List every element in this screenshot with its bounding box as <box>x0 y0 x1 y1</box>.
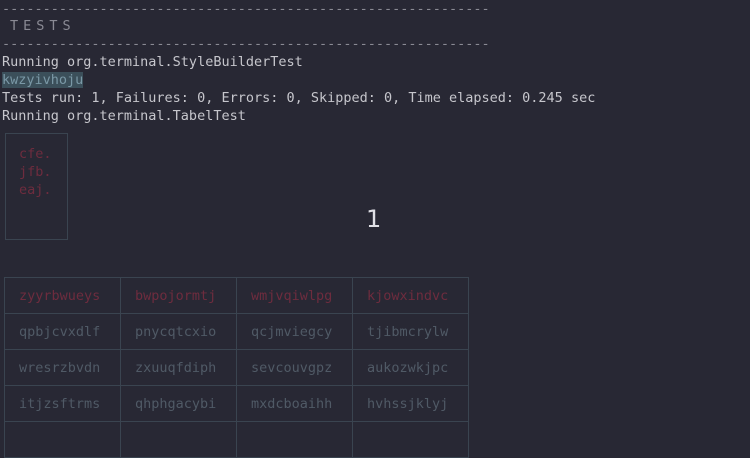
bottom-rule: ----------------------------------------… <box>2 36 490 52</box>
table-cell: pnycqtcxio <box>120 313 237 350</box>
highlighted-word: kwzyivhoju <box>2 72 84 88</box>
table-cell: sevcouvgpz <box>236 349 353 386</box>
tests-heading: TESTS <box>10 18 76 34</box>
table-cell: mxdcboaihh <box>236 385 353 422</box>
bordered-list-box: cfe. jfb. eaj. <box>5 133 68 240</box>
table-row <box>4 421 469 458</box>
table-cell: qhphgacybi <box>120 385 237 422</box>
table-cell: zxuuqfdiph <box>120 349 237 386</box>
table-cell: itjzsftrms <box>4 385 121 422</box>
terminal-output: ----------------------------------------… <box>0 0 750 458</box>
table-cell <box>120 421 237 458</box>
table-cell <box>4 421 121 458</box>
table-header-cell: wmjvqiwlpg <box>236 277 353 314</box>
running-style-builder-line: Running org.terminal.StyleBuilderTest <box>2 54 303 70</box>
table-cell: hvhssjklyj <box>352 385 469 422</box>
table-header-cell: zyyrbwueys <box>4 277 121 314</box>
list-item: jfb. <box>19 164 52 180</box>
counter-number: 1 <box>366 205 382 233</box>
table-cell: aukozwkjpc <box>352 349 469 386</box>
highlighted-line: kwzyivhoju <box>2 71 84 89</box>
table-header-cell: kjowxindvc <box>352 277 469 314</box>
test-results-line: Tests run: 1, Failures: 0, Errors: 0, Sk… <box>2 90 596 106</box>
list-item: eaj. <box>19 182 52 198</box>
data-table: zyyrbwueys bwpojormtj wmjvqiwlpg kjowxin… <box>4 277 469 458</box>
top-rule: ----------------------------------------… <box>2 1 490 17</box>
table-row: itjzsftrms qhphgacybi mxdcboaihh hvhssjk… <box>4 385 469 422</box>
table-cell: tjibmcrylw <box>352 313 469 350</box>
table-row: qpbjcvxdlf pnycqtcxio qcjmviegcy tjibmcr… <box>4 313 469 350</box>
running-tabel-test-line: Running org.terminal.TabelTest <box>2 108 246 124</box>
table-header-cell: bwpojormtj <box>120 277 237 314</box>
table-cell: wresrzbvdn <box>4 349 121 386</box>
table-header-row: zyyrbwueys bwpojormtj wmjvqiwlpg kjowxin… <box>4 277 469 314</box>
table-cell <box>236 421 353 458</box>
table-cell: qcjmviegcy <box>236 313 353 350</box>
table-cell: qpbjcvxdlf <box>4 313 121 350</box>
table-row: wresrzbvdn zxuuqfdiph sevcouvgpz aukozwk… <box>4 349 469 386</box>
table-cell <box>352 421 469 458</box>
list-item: cfe. <box>19 146 52 162</box>
